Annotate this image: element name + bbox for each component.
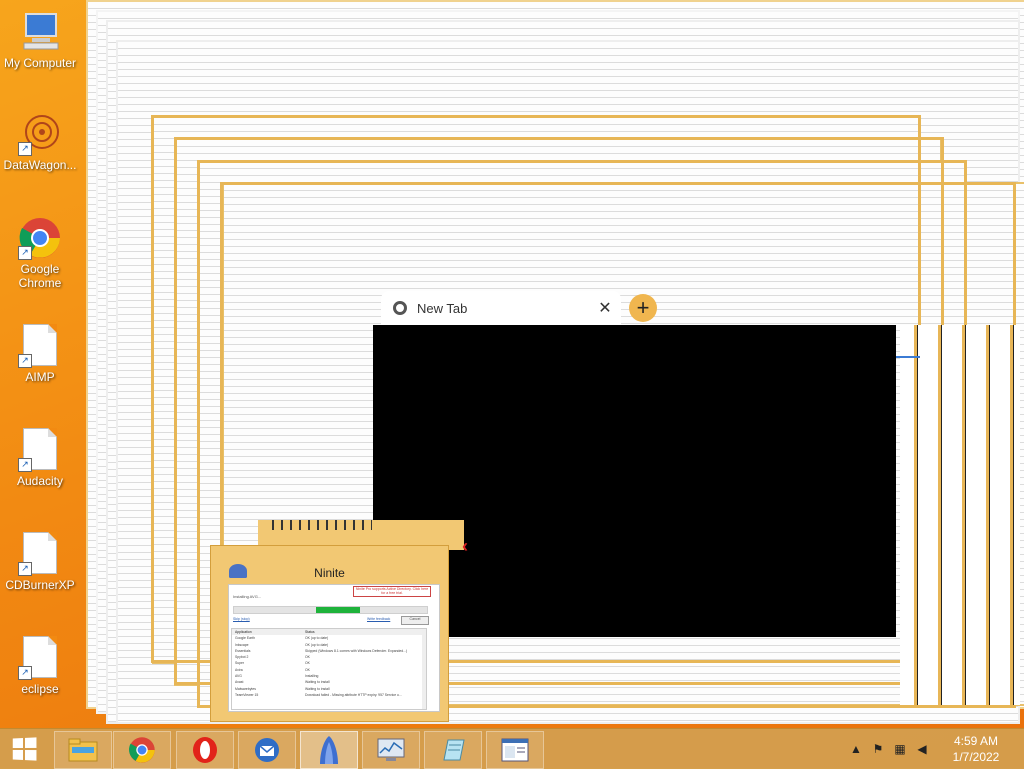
shortcut-arrow-icon: ↗ <box>18 666 32 680</box>
desktop-icon-my-computer[interactable]: My Computer <box>2 10 78 70</box>
ninite-actions: Skip (stop) Write feedback Cancel <box>233 616 429 625</box>
desktop-icon-label: Google Chrome <box>18 262 62 290</box>
taskbar-task-manager-button[interactable] <box>362 731 420 769</box>
computer-icon <box>18 10 62 54</box>
chrome-favicon-icon <box>393 301 407 315</box>
install-status-text: Installing AVG... <box>233 594 262 599</box>
window-icon <box>501 738 529 762</box>
clock-date: 1/7/2022 <box>952 750 1000 764</box>
clock[interactable]: 4:59 AM 1/7/2022 <box>946 733 1006 765</box>
install-progress-bar <box>233 606 428 614</box>
opera-icon <box>193 737 217 763</box>
desktop-icon-label: AIMP <box>25 370 55 384</box>
browser-content-area[interactable] <box>373 325 896 637</box>
desktop-icon-aimp[interactable]: ↗ AIMP <box>2 322 78 384</box>
action-center-flag-icon[interactable]: ⚑ <box>870 741 886 757</box>
close-tab-icon[interactable]: ✕ <box>595 298 615 318</box>
browser-tab-strip: New Tab ✕ + <box>381 291 661 325</box>
taskbar-ninite-button[interactable] <box>300 731 358 769</box>
volume-muted-icon[interactable]: ◀ <box>914 741 930 757</box>
datawagon-icon: ↗ <box>18 112 62 156</box>
taskbar-file-explorer-button[interactable] <box>54 731 112 769</box>
new-tab-button[interactable]: + <box>629 294 657 322</box>
shortcut-arrow-icon: ↗ <box>18 562 32 576</box>
feedback-link[interactable]: Write feedback <box>367 617 390 621</box>
tab-new-tab[interactable]: New Tab ✕ <box>381 291 621 325</box>
desktop-icon-label: eclipse <box>21 682 59 696</box>
desktop-icon-label: My Computer <box>3 56 77 70</box>
system-tray: ▲ ⚑ ▦ ◀ 4:59 AM 1/7/2022 <box>844 729 1024 769</box>
desktop-icon-label: CDBurnerXP <box>5 578 75 592</box>
ninite-title: Ninite <box>314 566 345 580</box>
taskbar-thunderbird-button[interactable] <box>238 731 296 769</box>
desktop-icon-eclipse[interactable]: ↗ eclipse <box>2 634 78 696</box>
desktop-icon-label: DataWagon... <box>3 158 77 172</box>
ninite-content: Ninite Pro supports Active Directory. Cl… <box>228 584 440 712</box>
table-scrollbar[interactable] <box>422 629 426 709</box>
desktop-icon-audacity[interactable]: ↗ Audacity <box>2 426 78 488</box>
windows-logo-icon <box>12 737 37 761</box>
file-icon: ↗ <box>18 636 62 680</box>
monitor-chart-icon <box>377 738 405 761</box>
desktop-icon-cdburnerxp[interactable]: ↗ CDBurnerXP <box>2 530 78 592</box>
ninite-window[interactable]: Ninite Ninite Pro supports Active Direct… <box>210 545 449 722</box>
folder-icon <box>68 738 98 762</box>
desktop-icon-datawagon[interactable]: ↗ DataWagon... <box>2 112 78 172</box>
show-hidden-icons-icon[interactable]: ▲ <box>848 741 864 757</box>
desktop-icon-label: Audacity <box>16 474 64 488</box>
ninite-icon <box>320 736 338 764</box>
status-cell: Download failed - Missing attribute HTTP… <box>305 692 402 697</box>
table-row: TeamViewer 15 Download failed - Missing a… <box>232 692 426 698</box>
shortcut-arrow-icon: ↗ <box>18 354 32 368</box>
taskbar-chrome-button[interactable] <box>113 731 171 769</box>
thunderbird-icon <box>255 738 279 762</box>
clock-time: 4:59 AM <box>953 734 999 748</box>
file-icon: ↗ <box>18 532 62 576</box>
app-cell: TeamViewer 15 <box>235 692 259 697</box>
taskbar-window-button[interactable] <box>486 731 544 769</box>
file-icon: ↗ <box>18 428 62 472</box>
chrome-icon: ↗ <box>18 216 62 260</box>
progress-fill <box>316 607 360 613</box>
taskbar-notepad-button[interactable] <box>424 731 482 769</box>
desktop-icon-google-chrome[interactable]: ↗ Google Chrome <box>2 216 78 290</box>
chrome-icon <box>129 737 155 763</box>
shortcut-arrow-icon: ↗ <box>18 142 32 156</box>
taskbar-opera-button[interactable] <box>176 731 234 769</box>
shortcut-arrow-icon: ↗ <box>18 458 32 472</box>
install-status-table: Application Status Google Earth OK (up to… <box>231 628 427 710</box>
taskbar: ▲ ⚑ ▦ ◀ 4:59 AM 1/7/2022 <box>0 728 1024 769</box>
cancel-button[interactable]: Cancel <box>401 616 429 625</box>
start-button[interactable] <box>0 729 48 769</box>
network-icon[interactable]: ▦ <box>892 741 908 757</box>
active-directory-banner[interactable]: Ninite Pro supports Active Directory. Cl… <box>353 586 431 597</box>
red-close-x-icon: ‹ <box>462 536 468 556</box>
skip-link[interactable]: Skip (stop) <box>233 617 250 621</box>
shortcut-arrow-icon: ↗ <box>18 246 32 260</box>
tab-title: New Tab <box>417 300 468 316</box>
notepad-icon <box>443 739 465 761</box>
file-icon: ↗ <box>18 324 62 368</box>
